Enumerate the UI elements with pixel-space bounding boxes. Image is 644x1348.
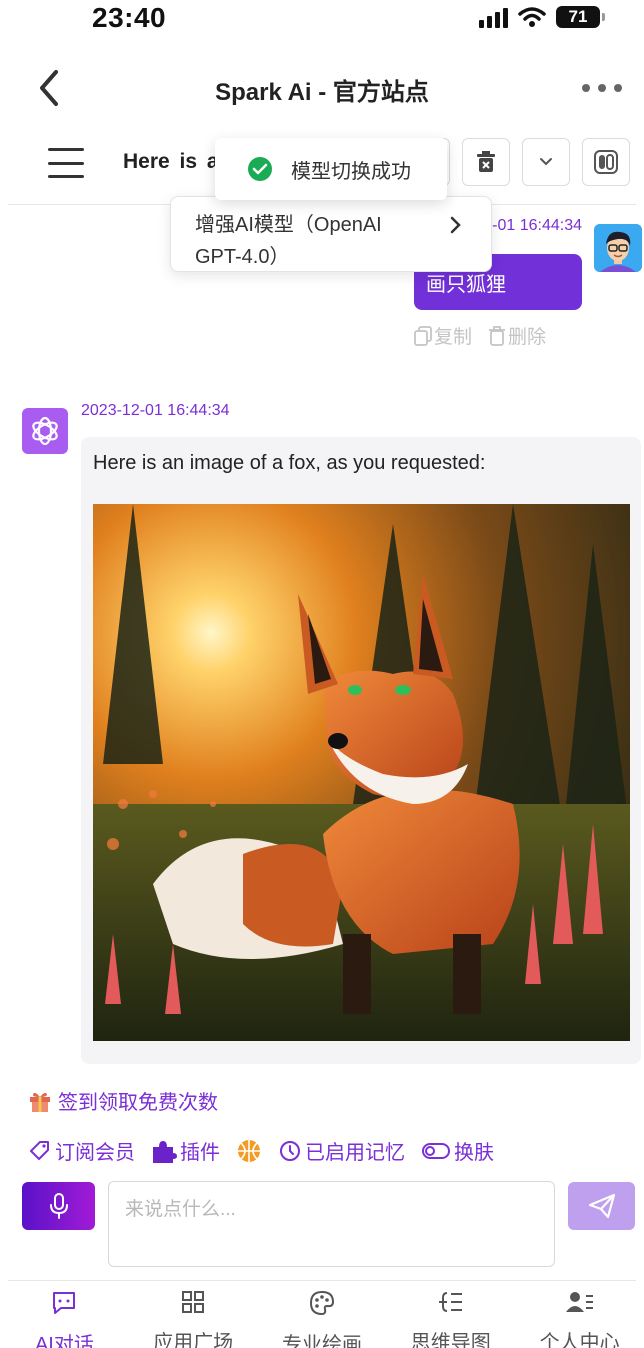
generated-fox-image[interactable] — [93, 504, 630, 1041]
more-options-button[interactable] — [582, 74, 622, 102]
conversation-title: Here is a — [123, 150, 219, 173]
signal-icon — [479, 6, 508, 28]
send-button[interactable] — [568, 1182, 635, 1230]
skin-button[interactable]: 换肤 — [421, 1136, 494, 1165]
user-message-text: 画只狐狸 — [426, 274, 506, 296]
ball-button[interactable] — [236, 1138, 262, 1164]
send-icon — [588, 1193, 615, 1219]
tab-profile[interactable]: 个人中心 — [515, 1290, 644, 1348]
chevron-down-icon — [540, 158, 552, 166]
switch-icon — [594, 150, 618, 174]
toast-message: 模型切换成功 — [291, 160, 411, 183]
status-time: 23:40 — [92, 2, 167, 33]
gift-icon — [30, 1092, 50, 1112]
tab-label: 应用广场 — [153, 1332, 234, 1348]
model-dropdown-option[interactable]: 增强AI模型（OpenAI GPT-4.0） — [170, 196, 492, 272]
mindmap-icon — [438, 1292, 462, 1312]
tab-label: AI对话 — [34, 1334, 94, 1348]
delete-x-icon — [477, 151, 495, 172]
toggle-icon — [422, 1142, 450, 1159]
delete-label: 删除 — [508, 327, 547, 348]
nav-bar: Spark Ai - 官方站点 — [0, 56, 644, 120]
tab-label: 思维导图 — [410, 1332, 491, 1348]
user-avatar-icon — [594, 224, 642, 272]
clock-icon — [280, 1140, 300, 1161]
expand-button[interactable] — [522, 138, 570, 186]
bot-message-bubble: Here is an image of a fox, as you reques… — [81, 437, 641, 1064]
plugins-label: 插件 — [180, 1142, 220, 1164]
basketball-icon — [238, 1139, 260, 1162]
tab-ai-chat[interactable]: AI对话 — [0, 1290, 129, 1348]
tab-label: 专业绘画 — [281, 1334, 362, 1348]
more-dot-icon — [598, 84, 606, 92]
page-title: Spark Ai - 官方站点 — [215, 79, 429, 106]
chevron-right-icon — [450, 216, 461, 234]
tab-app-square[interactable]: 应用广场 — [129, 1290, 258, 1348]
bot-message-time: 2023-12-01 16:44:34 — [81, 402, 230, 419]
grid-icon — [182, 1291, 205, 1313]
battery-icon: 71 — [556, 6, 605, 28]
copy-button[interactable]: 复制 — [414, 322, 472, 349]
success-toast: 模型切换成功 — [215, 138, 447, 200]
check-circle-icon — [248, 157, 272, 181]
copy-label: 复制 — [434, 327, 473, 348]
wifi-icon — [518, 7, 546, 27]
trash-icon — [489, 325, 506, 346]
tabbar-divider — [8, 1280, 636, 1281]
subscribe-label: 订阅会员 — [55, 1142, 135, 1164]
subscribe-button[interactable]: 订阅会员 — [28, 1136, 135, 1165]
battery-level: 71 — [568, 7, 588, 26]
user-message-actions: 复制 删除 — [414, 322, 546, 349]
microphone-icon — [49, 1193, 68, 1219]
status-bar: 23:40 71 — [0, 0, 644, 40]
tag-icon — [30, 1140, 49, 1160]
plugins-button[interactable]: 插件 — [151, 1136, 220, 1165]
memory-button[interactable]: 已启用记忆 — [278, 1136, 405, 1165]
puzzle-icon — [153, 1140, 177, 1163]
voice-input-button[interactable] — [22, 1182, 95, 1230]
menu-button[interactable] — [48, 148, 84, 178]
palette-icon — [309, 1290, 334, 1316]
status-icons: 71 — [479, 6, 605, 28]
skin-label: 换肤 — [454, 1142, 494, 1164]
bottom-tab-bar: AI对话 应用广场 专业绘画 思维导图 个人中心 — [0, 1290, 644, 1348]
switch-mode-button[interactable] — [582, 138, 630, 186]
more-dot-icon — [582, 84, 590, 92]
bot-avatar — [22, 408, 68, 454]
checkin-label: 签到领取免费次数 — [58, 1092, 218, 1114]
openai-logo-icon — [32, 416, 58, 446]
memory-label: 已启用记忆 — [305, 1142, 405, 1164]
chat-input[interactable] — [108, 1181, 555, 1267]
model-option-label: 增强AI模型（OpenAI GPT-4.0） — [195, 214, 382, 268]
tab-painting[interactable]: 专业绘画 — [258, 1290, 387, 1348]
checkin-link[interactable]: 签到领取免费次数 — [28, 1086, 218, 1115]
quick-actions: 订阅会员 插件 已启用记忆 换肤 — [28, 1136, 510, 1165]
tab-mindmap[interactable]: 思维导图 — [386, 1290, 515, 1348]
bot-message-text: Here is an image of a fox, as you reques… — [93, 452, 486, 474]
tab-label: 个人中心 — [539, 1332, 620, 1348]
user-avatar — [594, 224, 642, 272]
clear-chat-button[interactable] — [462, 138, 510, 186]
delete-button[interactable]: 删除 — [488, 322, 546, 349]
more-dot-icon — [614, 84, 622, 92]
user-icon — [565, 1292, 593, 1312]
copy-icon — [414, 325, 432, 346]
chat-icon — [53, 1292, 76, 1314]
